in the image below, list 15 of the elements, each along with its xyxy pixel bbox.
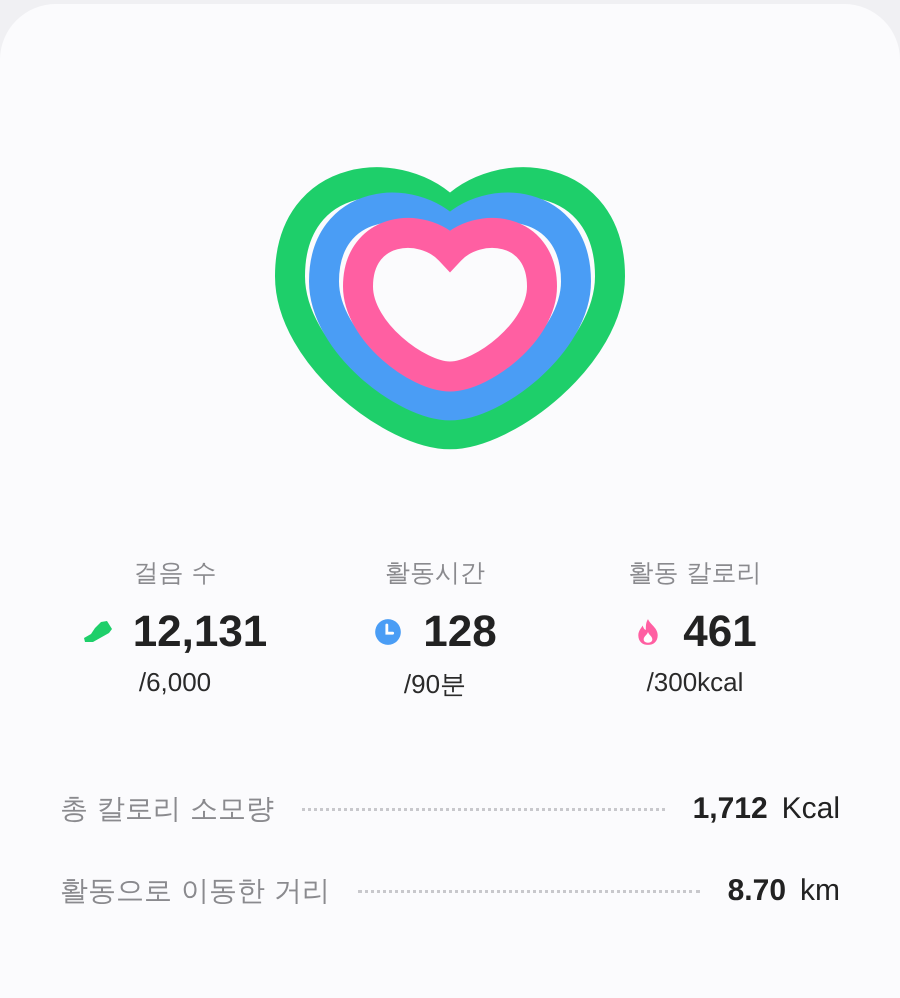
metric-value: 461 — [683, 607, 757, 657]
metric-goal: /300kcal — [646, 667, 744, 698]
detail-value: 8.70 — [728, 874, 786, 908]
detail-label: 활동으로 이동한 거리 — [60, 873, 330, 909]
metric-value: 12,131 — [132, 607, 268, 657]
metric-label: 걸음 수 — [134, 557, 216, 589]
metric-label: 활동 칼로리 — [628, 557, 762, 589]
metric-label: 활동시간 — [385, 557, 485, 589]
metric-goal: /90분 — [404, 668, 466, 701]
detail-unit: km — [800, 874, 840, 908]
detail-unit: Kcal — [782, 792, 840, 826]
detail-label: 총 칼로리 소모량 — [60, 791, 274, 827]
detail-value: 1,712 — [692, 792, 768, 826]
metric-goal: /6,000 — [138, 667, 212, 698]
metric-value: 128 — [423, 607, 497, 657]
